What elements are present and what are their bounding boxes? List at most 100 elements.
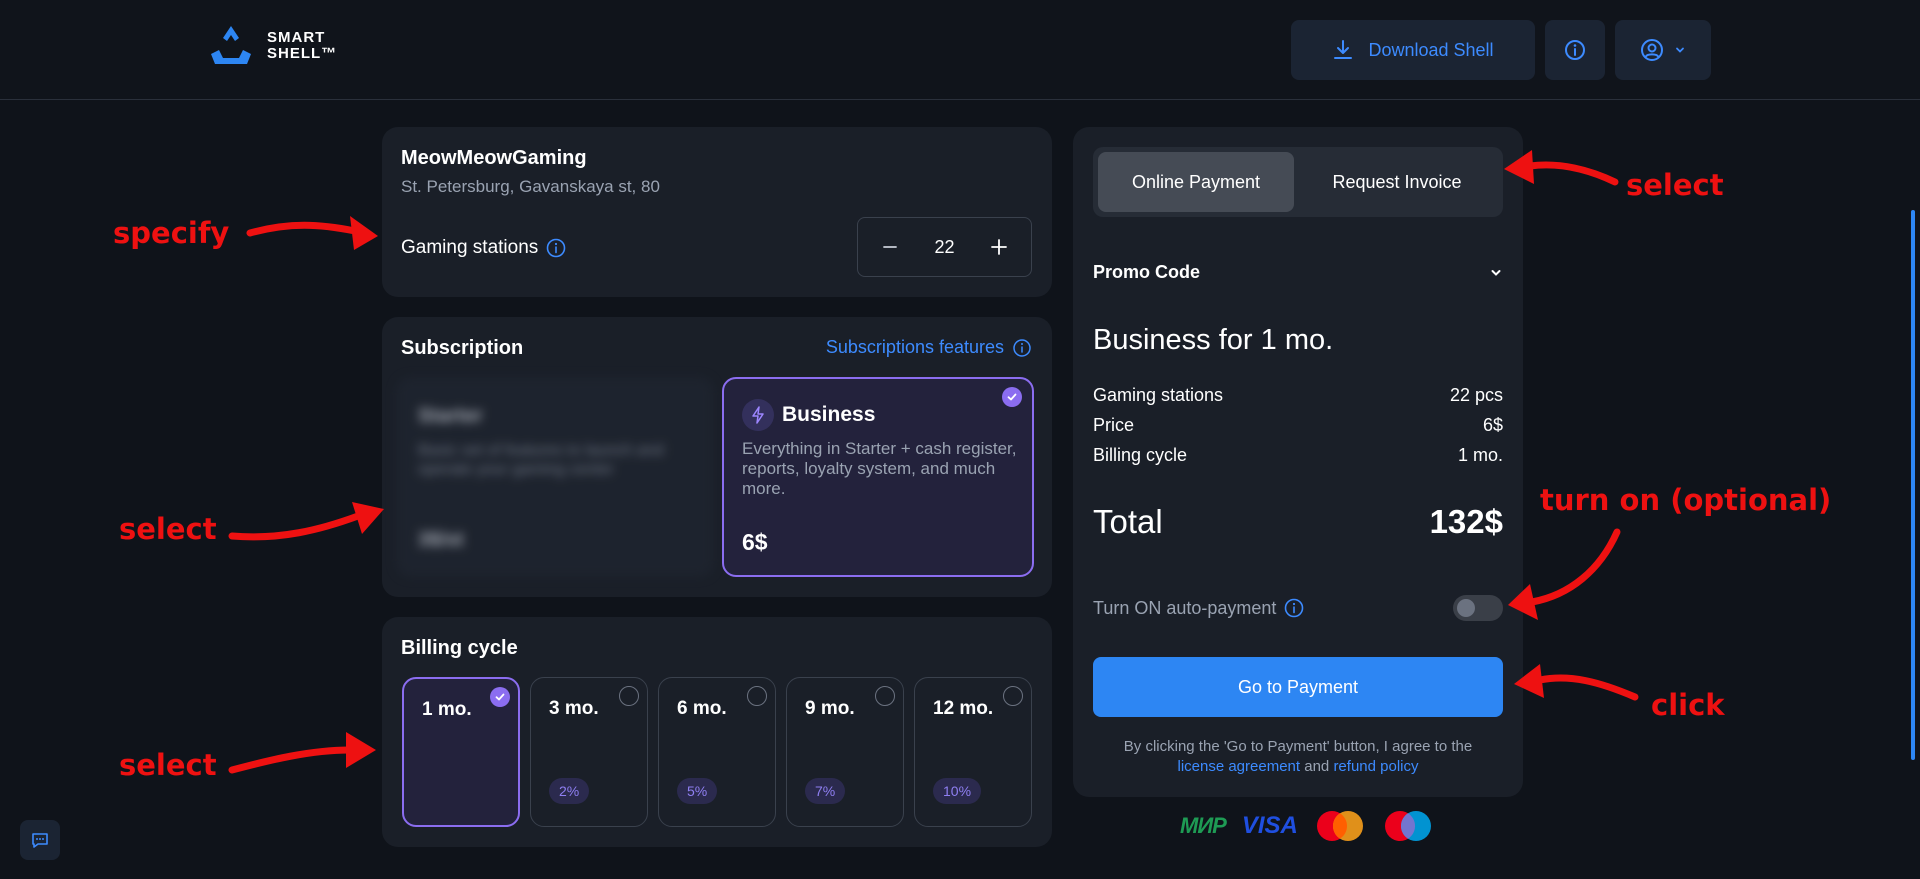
billing-option-12-mo[interactable]: 12 mo. 10% [914, 677, 1032, 827]
billing-option-9-mo[interactable]: 9 mo. 7% [786, 677, 904, 827]
chevron-down-icon [1676, 47, 1684, 53]
payment-logos: МИР VISA [1180, 810, 1434, 842]
total-row: Total 132$ [1093, 503, 1503, 541]
terms-and: and [1304, 758, 1330, 775]
total-label: Total [1093, 503, 1163, 540]
summary-row-label: Gaming stations [1093, 385, 1224, 405]
discount-badge: 5% [677, 778, 718, 804]
billing-option-3-mo[interactable]: 3 mo. 2% [530, 677, 648, 827]
gaming-stations-label: Gaming stations [401, 237, 566, 259]
billing-option-label: 6 mo. [677, 698, 727, 719]
info-icon[interactable] [1284, 598, 1304, 618]
annotation-select-tab: select [1626, 168, 1724, 202]
promo-code-toggle[interactable]: Promo Code [1093, 262, 1503, 283]
auto-payment-toggle[interactable] [1453, 595, 1503, 621]
gaming-stations-stepper: 22 [857, 217, 1032, 277]
lightning-icon [742, 399, 774, 431]
summary-row-label: Price [1093, 415, 1135, 435]
discount-badge: 2% [549, 778, 590, 804]
annotation-select-cycle: select [119, 748, 217, 782]
plus-icon [991, 239, 1007, 255]
discount-badge: 7% [805, 778, 846, 804]
club-card: MeowMeowGaming St. Petersburg, Gavanskay… [382, 127, 1052, 297]
terms-text: By clicking the 'Go to Payment' button, … [1093, 737, 1503, 777]
terms-prefix: By clicking the 'Go to Payment' button, … [1123, 738, 1473, 755]
increment-button[interactable] [985, 233, 1013, 261]
logo-wordmark: SMART SHELL™ [267, 30, 337, 62]
chevron-down-icon [1491, 269, 1501, 276]
subscription-card: Subscription Subscriptions features Star… [382, 317, 1052, 597]
billing-option-1-mo[interactable]: 1 mo. [402, 677, 520, 827]
maestro-logo [1384, 811, 1431, 841]
total-value: 132$ [1429, 503, 1503, 540]
download-shell-button[interactable]: Download Shell [1291, 20, 1535, 80]
gaming-stations-text: Gaming stations [401, 237, 539, 258]
payment-method-tabs: Online Payment Request Invoice [1093, 147, 1503, 217]
summary-row-value: 22 pcs [1449, 385, 1503, 405]
info-button[interactable] [1545, 20, 1605, 80]
tab-online-payment[interactable]: Online Payment [1098, 152, 1294, 212]
user-menu-button[interactable] [1615, 20, 1711, 80]
billing-option-6-mo[interactable]: 6 mo. 5% [658, 677, 776, 827]
radio-circle-icon [619, 686, 639, 706]
toggle-knob [1457, 599, 1475, 617]
annotation-specify: specify [113, 216, 230, 250]
discount-badge: 10% [933, 778, 982, 804]
plan-price: 3$/st [418, 529, 464, 551]
chat-icon [32, 833, 48, 848]
summary-row-label: Billing cycle [1093, 445, 1188, 465]
promo-code-label: Promo Code [1093, 262, 1201, 282]
minus-icon [883, 246, 897, 248]
license-agreement-link[interactable]: license agreement [1177, 758, 1300, 775]
info-icon [1013, 338, 1031, 357]
billing-option-label: 9 mo. [805, 698, 855, 719]
selected-check-icon [490, 687, 510, 707]
logo-icon [211, 26, 251, 64]
summary-row-billing-cycle: Billing cycle 1 mo. [1093, 445, 1503, 466]
support-chat-button[interactable] [20, 820, 60, 860]
subscriptions-features-link[interactable]: Subscriptions features [826, 337, 1032, 358]
plan-card-business[interactable]: Business Everything in Starter + cash re… [722, 377, 1034, 577]
summary-row-price: Price 6$ [1093, 415, 1503, 436]
info-icon [1565, 40, 1585, 60]
decrement-button[interactable] [876, 233, 904, 261]
subscriptions-features-text: Subscriptions features [825, 337, 1004, 357]
billing-cycle-card: Billing cycle 1 mo. 3 mo. 2% 6 mo. 5% 9 … [382, 617, 1052, 847]
plan-description: Basic set of features to launch and oper… [418, 442, 664, 478]
info-icon[interactable] [546, 238, 566, 258]
plan-description: Everything in Starter + cash register, r… [742, 439, 1017, 498]
user-icon [1641, 39, 1663, 61]
payment-card: Online Payment Request Invoice Promo Cod… [1073, 127, 1523, 797]
logo-line-2: SHELL™ [267, 45, 338, 62]
visa-logo: VISA [1241, 812, 1298, 839]
auto-payment-label: Turn ON auto-payment [1093, 598, 1304, 619]
plan-name: Starter [418, 405, 483, 427]
refund-policy-link[interactable]: refund policy [1333, 758, 1418, 775]
billing-option-label: 3 mo. [549, 698, 599, 719]
smart-shell-logo[interactable]: SMART SHELL™ [207, 24, 337, 68]
annotation-select-plan: select [119, 512, 217, 546]
radio-circle-icon [1003, 686, 1023, 706]
top-bar: SMART SHELL™ Download Shell [0, 0, 1920, 100]
summary-row-value: 6$ [1482, 415, 1503, 435]
billing-option-label: 1 mo. [422, 699, 472, 720]
plan-card-starter[interactable]: Starter Basic set of features to launch … [396, 377, 714, 577]
annotation-turn-on: turn on (optional) [1540, 483, 1832, 517]
auto-payment-text: Turn ON auto-payment [1093, 597, 1277, 618]
billing-option-label: 12 mo. [933, 698, 994, 719]
go-to-payment-button[interactable]: Go to Payment [1093, 657, 1503, 717]
club-name: MeowMeowGaming [401, 147, 587, 169]
club-address: St. Petersburg, Gavanskaya st, 80 [401, 177, 660, 196]
billing-cycle-title: Billing cycle [401, 637, 518, 659]
selected-check-icon [1002, 387, 1022, 407]
tab-request-invoice[interactable]: Request Invoice [1299, 152, 1495, 212]
download-shell-label: Download Shell [1368, 39, 1494, 60]
page-scrollbar[interactable] [1911, 210, 1915, 760]
annotation-click: click [1651, 688, 1725, 722]
plan-price: 6$ [742, 529, 768, 555]
summary-row-value: 1 mo. [1457, 445, 1503, 465]
gaming-stations-value[interactable]: 22 [934, 237, 954, 258]
subscription-title: Subscription [401, 337, 524, 359]
mastercard-logo [1316, 811, 1363, 841]
radio-circle-icon [875, 686, 895, 706]
